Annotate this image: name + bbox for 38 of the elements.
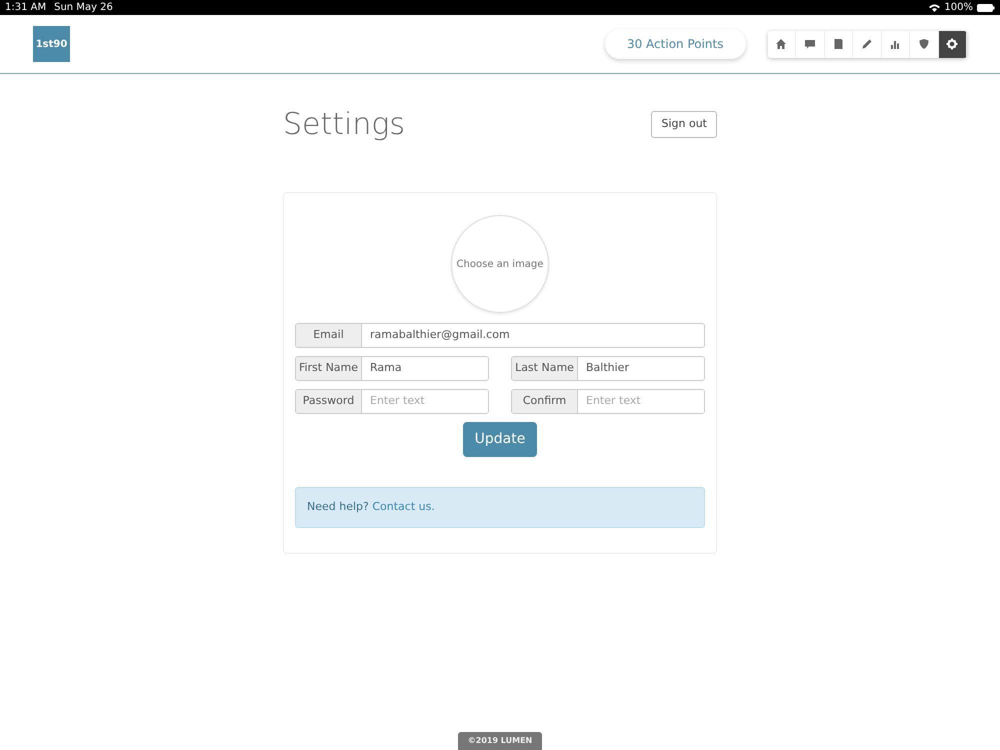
logo[interactable]: 1st90 — [33, 26, 70, 62]
field-label: Email — [296, 324, 362, 347]
input-field[interactable]: Confirm Enter text — [511, 389, 705, 414]
wifi-icon — [929, 4, 940, 12]
help-text: Need help? Contact us. — [307, 500, 435, 513]
input-field[interactable]: First Name Rama — [295, 356, 489, 381]
status-time: 1:31 AM — [5, 1, 46, 15]
bar-chart-icon — [889, 38, 902, 50]
field-label: Password — [296, 390, 362, 413]
page-title: Settings — [283, 106, 406, 144]
pencil-icon — [860, 38, 873, 50]
battery-icon — [977, 4, 995, 12]
book-icon — [832, 38, 844, 50]
shield-icon — [918, 38, 930, 50]
nav-button[interactable] — [768, 30, 796, 58]
copyright-footer: ©2019 LUMEN — [458, 732, 542, 750]
input-field[interactable]: Password Enter text — [295, 389, 489, 414]
image-picker[interactable]: Choose an image — [451, 215, 549, 313]
sign-out-button[interactable]: Sign out — [651, 111, 717, 138]
field-label: Confirm — [512, 390, 578, 413]
nav-button[interactable] — [824, 30, 853, 58]
nav-button[interactable] — [938, 30, 967, 58]
field-label: Last Name — [512, 357, 578, 380]
contact-link[interactable]: Contact us. — [372, 500, 435, 513]
battery-percent: 100% — [944, 1, 973, 15]
input-field[interactable]: Email ramabalthier@gmail.com — [295, 323, 705, 348]
field-label: First Name — [296, 357, 362, 380]
speech-bubble-icon — [804, 38, 816, 50]
settings-icon — [946, 38, 958, 50]
nav-button[interactable] — [796, 30, 824, 58]
status-date: Sun May 26 — [54, 1, 113, 15]
update-button[interactable]: Update — [462, 422, 538, 457]
nav-button[interactable] — [853, 30, 882, 58]
home-icon — [775, 38, 788, 50]
action-points-badge: 30 Action Points — [604, 29, 746, 59]
nav-button[interactable] — [882, 30, 910, 58]
input-field[interactable]: Last Name Balthier — [511, 356, 705, 381]
nav-button[interactable] — [910, 30, 938, 58]
